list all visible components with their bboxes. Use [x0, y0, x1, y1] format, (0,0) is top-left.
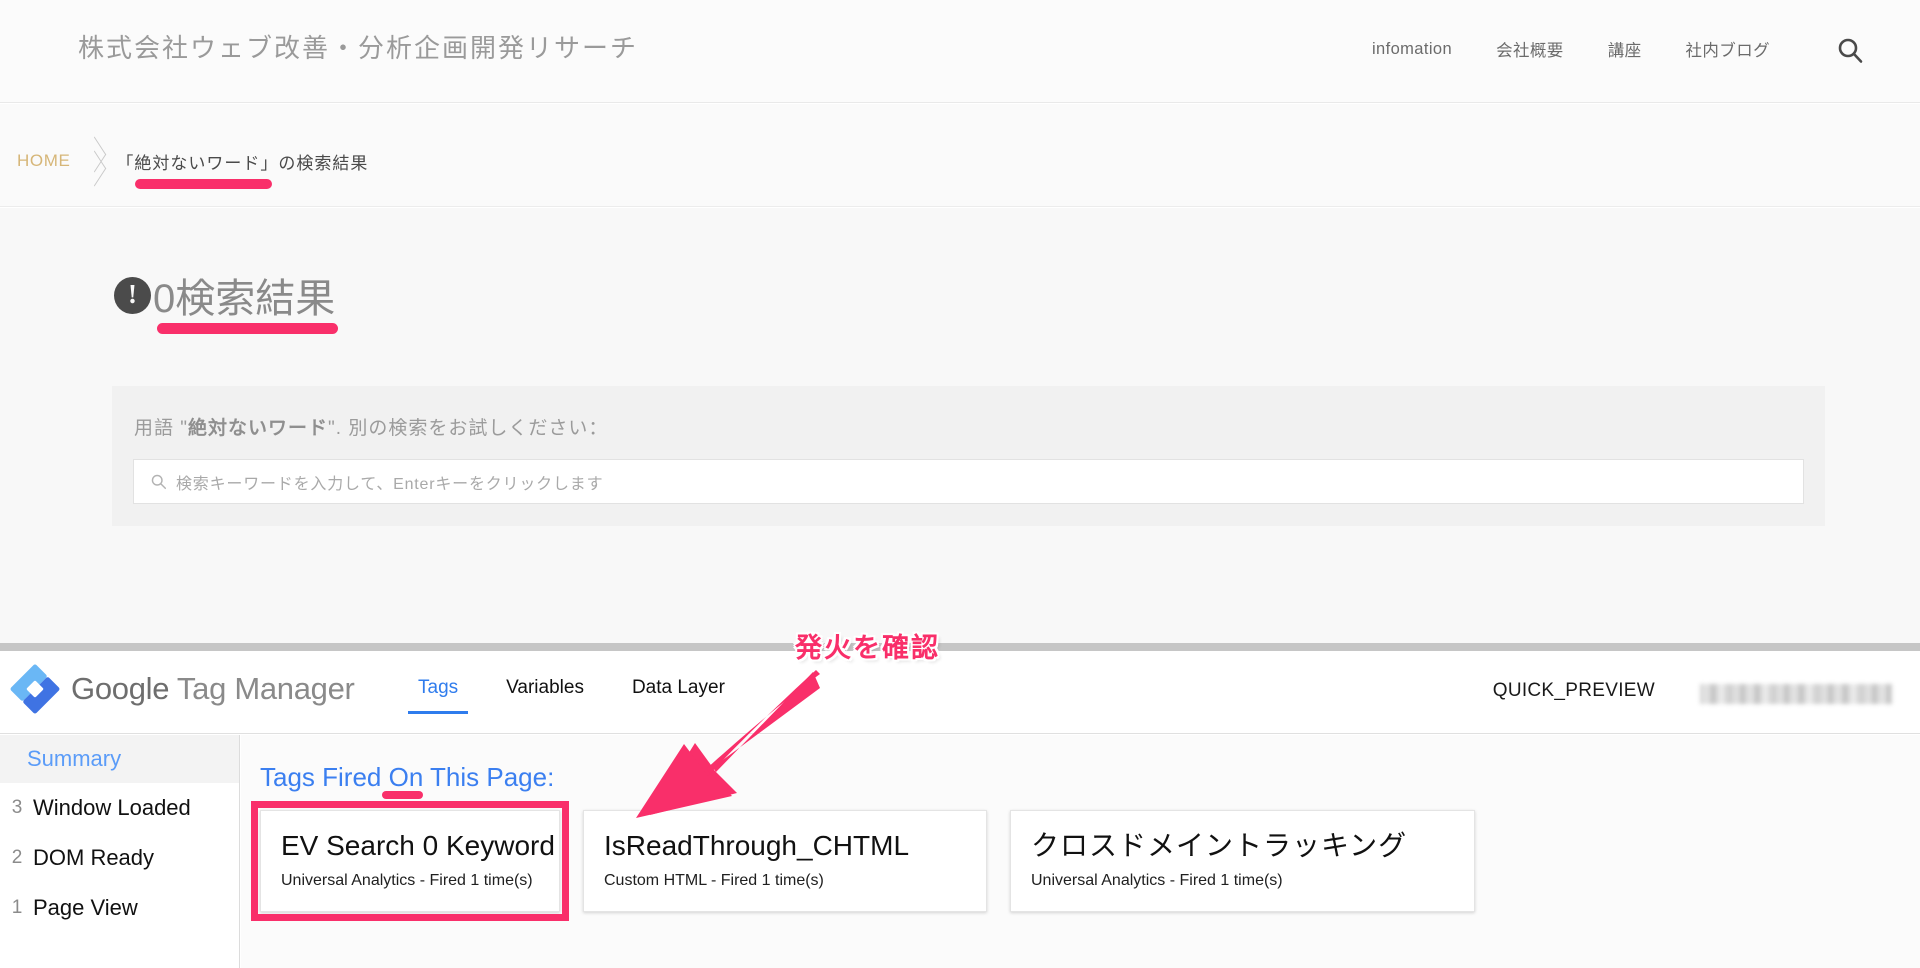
main-navigation: infomation 会社概要 講座 社内ブログ — [1372, 37, 1770, 61]
tab-data-layer[interactable]: Data Layer — [622, 673, 735, 714]
gtm-branding: Google Tag Manager — [10, 664, 355, 714]
gtm-wordmark-brand: Google — [71, 671, 170, 706]
search-results-main: ! 0検索結果 用語 "絶対ないワード". 別の検索をお試しください： 検索キー… — [0, 208, 1920, 643]
tag-card-meta: Universal Analytics - Fired 1 time(s) — [281, 872, 533, 889]
tag-card-list: EV Search 0 Keyword Universal Analytics … — [251, 801, 1475, 921]
breadcrumb-bar: HOME 「絶対ないワード」の検索結果 — [0, 104, 1920, 207]
tag-card-name: EV Search 0 Keyword — [281, 830, 555, 861]
no-results-prefix: 用語 " — [134, 418, 189, 439]
gtm-tabs: Tags Variables Data Layer — [408, 673, 735, 714]
event-label: Page View — [33, 895, 138, 920]
tab-variables[interactable]: Variables — [496, 673, 594, 714]
sidebar-item-page-view[interactable]: 1 Page View — [0, 883, 239, 933]
event-label: DOM Ready — [33, 845, 155, 870]
google-tag-manager-logo — [10, 664, 60, 714]
nav-item-blog[interactable]: 社内ブログ — [1686, 37, 1771, 61]
tag-card-meta: Universal Analytics - Fired 1 time(s) — [1031, 872, 1283, 889]
exclamation-icon: ! — [114, 276, 151, 314]
gtm-tags-content: Tags Fired On This Page: EV Search 0 Key… — [241, 735, 1920, 968]
search-input[interactable]: 検索キーワードを入力して、Enterキーをクリックします — [133, 459, 1804, 504]
site-title: 株式会社ウェブ改善・分析企画開発リサーチ — [78, 33, 639, 63]
sidebar-item-window-loaded[interactable]: 3 Window Loaded — [0, 783, 239, 833]
tags-fired-heading-label: Tags Fired On This Page: — [260, 762, 555, 792]
breadcrumb: HOME 「絶対ないワード」の検索結果 — [17, 140, 369, 189]
highlight-marker-tags-fired — [382, 791, 423, 799]
event-label: Window Loaded — [33, 795, 191, 820]
page-title: ! 0検索結果 — [114, 266, 338, 334]
event-number: 3 — [11, 797, 23, 818]
tag-card-name: IsReadThrough_CHTML — [604, 830, 910, 861]
redacted-account-name — [1700, 684, 1892, 704]
search-input-placeholder: 検索キーワードを入力して、Enterキーをクリックします — [176, 475, 604, 493]
nav-item-infomation[interactable]: infomation — [1372, 40, 1452, 59]
quick-preview-label[interactable]: QUICK_PREVIEW — [1493, 680, 1655, 702]
tag-card-isreadthrough-chtml[interactable]: IsReadThrough_CHTML Custom HTML - Fired … — [583, 810, 987, 912]
nav-item-company[interactable]: 会社概要 — [1496, 37, 1564, 61]
annotation-callout-text: 発火を確認 — [795, 633, 940, 663]
gtm-wordmark: Google Tag Manager — [71, 671, 355, 707]
sidebar-item-summary[interactable]: Summary — [0, 735, 239, 783]
site-header: 株式会社ウェブ改善・分析企画開発リサーチ infomation 会社概要 講座 … — [0, 0, 1920, 103]
no-results-term: 絶対ないワード — [188, 418, 329, 439]
chevron-right-icon — [70, 140, 116, 182]
highlight-marker-breadcrumb — [135, 178, 273, 189]
no-results-suffix: ". 別の検索をお試しください： — [328, 418, 609, 439]
sidebar-item-dom-ready[interactable]: 2 DOM Ready — [0, 833, 239, 883]
result-count-heading: 0検索結果 — [153, 266, 338, 334]
no-results-panel: 用語 "絶対ないワード". 別の検索をお試しください： 検索キーワードを入力して… — [112, 386, 1825, 526]
tab-tags[interactable]: Tags — [408, 673, 469, 714]
gtm-topbar: Google Tag Manager Tags Variables Data L… — [0, 651, 1920, 734]
tag-card-ev-search-0-keyword[interactable]: EV Search 0 Keyword Universal Analytics … — [251, 801, 569, 921]
gtm-wordmark-product: Tag Manager — [169, 671, 355, 706]
search-icon[interactable] — [1833, 33, 1867, 67]
panel-divider — [0, 643, 1920, 651]
search-icon — [151, 474, 167, 490]
event-number: 2 — [11, 847, 23, 868]
tags-fired-heading: Tags Fired On This Page: — [260, 762, 555, 799]
highlight-marker-heading — [157, 323, 338, 334]
event-number: 1 — [11, 897, 23, 918]
tag-card-name: クロスドメイントラッキング — [1031, 830, 1408, 861]
breadcrumb-current: 「絶対ないワード」の検索結果 — [116, 149, 369, 189]
gtm-event-sidebar: Summary 3 Window Loaded 2 DOM Ready 1 Pa… — [0, 735, 240, 968]
tag-card-meta: Custom HTML - Fired 1 time(s) — [604, 872, 824, 889]
no-results-message: 用語 "絶対ないワード". 別の検索をお試しください： — [134, 413, 608, 440]
tag-card-cross-domain-tracking[interactable]: クロスドメイントラッキング Universal Analytics - Fire… — [1010, 810, 1475, 912]
breadcrumb-current-label: 「絶対ないワード」の検索結果 — [116, 153, 369, 173]
result-count-heading-label: 0検索結果 — [153, 277, 336, 321]
breadcrumb-item-home[interactable]: HOME — [17, 151, 70, 171]
google-tag-manager-preview-panel: Google Tag Manager Tags Variables Data L… — [0, 651, 1920, 968]
nav-item-course[interactable]: 講座 — [1608, 37, 1642, 61]
